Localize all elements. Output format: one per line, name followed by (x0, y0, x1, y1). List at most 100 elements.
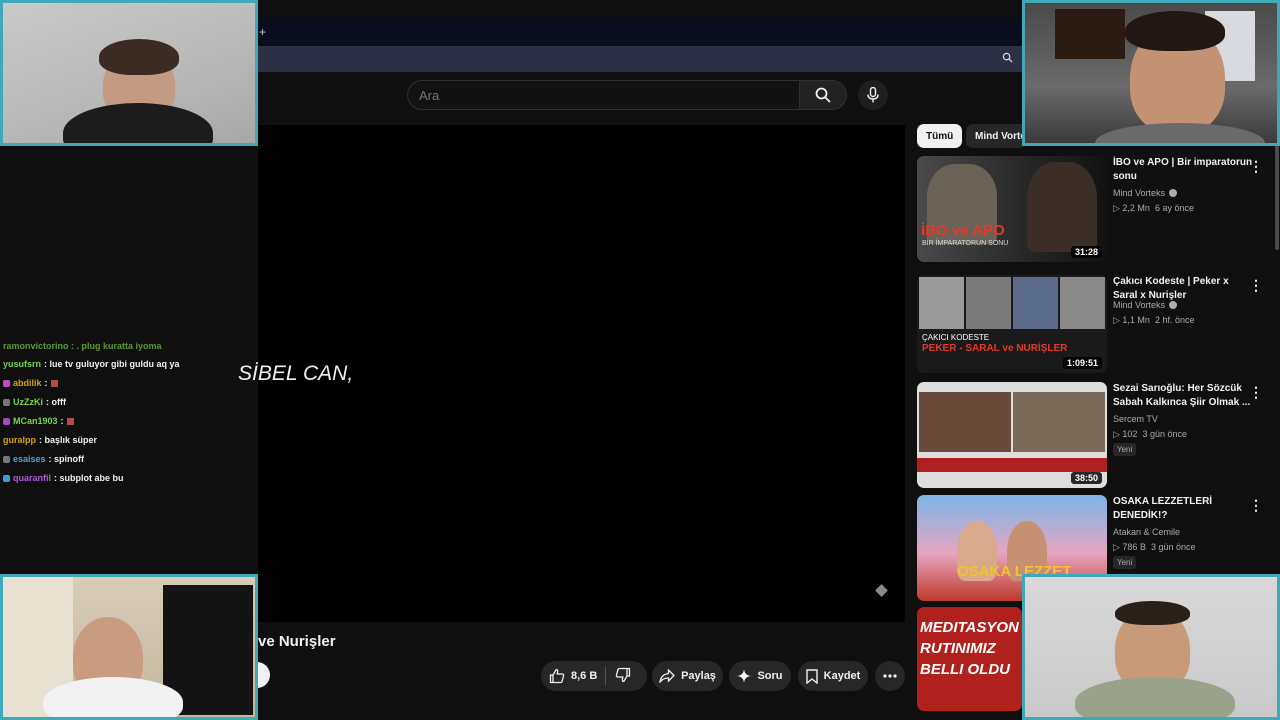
chat-badge-icon (3, 474, 10, 482)
video-duration: 38:50 (1070, 472, 1102, 484)
video-subtitle: SİBEL CAN, (238, 362, 354, 385)
video-player[interactable] (258, 125, 905, 622)
address-bar[interactable] (258, 46, 1022, 72)
chat-username[interactable]: esaises (13, 454, 46, 464)
rec-channel[interactable]: Mind Vorteks (1113, 300, 1178, 310)
chip-all[interactable]: Tümü (917, 124, 963, 148)
rec-item[interactable]: 38:50 Sezai Sarıoğlu: Her Sözcük Sabah K… (917, 382, 1277, 490)
chip-mind-vorteks[interactable]: Mind Vortek (966, 124, 1026, 148)
more-horizontal-icon (883, 674, 897, 678)
rec-meta: ▷ 1,1 Mn 2 hf. önce (1113, 315, 1195, 325)
chat-emote-icon (50, 379, 58, 387)
chat-text: : lue tv guluyor gibi guldu aq ya (44, 359, 180, 369)
save-label: Kaydet (823, 670, 861, 682)
dislike-button[interactable] (615, 667, 631, 688)
voice-search-button[interactable] (858, 80, 888, 110)
rec-thumbnail[interactable]: MEDITASYON RUTINIMIZ BELLI OLDU (917, 607, 1022, 711)
share-icon (659, 669, 675, 683)
more-actions-button[interactable] (875, 661, 905, 691)
chat-username[interactable]: UzZzKi (13, 397, 43, 407)
thumb-title: İBO ve APO (921, 222, 1005, 239)
search-input[interactable] (408, 81, 790, 110)
chat-badge-icon (3, 455, 10, 463)
rec-title[interactable]: Sezai Sarıoğlu: Her Sözcük Sabah Kalkınc… (1113, 382, 1253, 410)
browser-tab-bar (258, 18, 1022, 46)
rec-channel[interactable]: Atakan & Cemile (1113, 527, 1180, 537)
chat-message: abdilik: (3, 378, 58, 388)
verified-icon (1169, 189, 1178, 197)
video-duration: 1:09:51 (1062, 357, 1102, 369)
bookmark-icon (805, 668, 818, 684)
rec-thumbnail[interactable]: İBO ve APO BİR İMPARATORUN SONU 31:28 (917, 156, 1107, 262)
sparkle-icon (737, 669, 752, 683)
rec-title[interactable]: İBO ve APO | Bir imparatorun sonu (1113, 156, 1253, 184)
thumbs-up-icon (549, 668, 565, 684)
chat-text: : spinoff (48, 454, 85, 464)
new-tab-button[interactable]: + (259, 25, 266, 39)
share-button[interactable]: Paylaş (652, 661, 723, 691)
chat-badge-icon (3, 379, 10, 387)
thumb-title: MEDITASYON RUTINIMIZ BELLI OLDU (920, 619, 1019, 678)
rec-title[interactable]: OSAKA LEZZETLERİ DENEDİK!? (1113, 495, 1253, 523)
ask-label: Soru (757, 670, 783, 682)
microphone-icon (867, 87, 879, 103)
search-icon[interactable] (1002, 52, 1013, 66)
chat-username[interactable]: yusufsrn (3, 359, 41, 369)
chat-message: guralpp: başlık süper (3, 435, 97, 445)
rec-thumbnail[interactable]: 38:50 (917, 382, 1107, 488)
chat-text: : başlık süper (39, 435, 98, 445)
chat-message: MCan1903: (3, 416, 74, 426)
rec-item[interactable]: ÇAKICI KODESTE PEKER - SARAL ve NURİŞLER… (917, 275, 1277, 381)
webcam-top-right (1022, 0, 1280, 146)
chat-message: esaises: spinoff (3, 454, 84, 464)
chat-emote-icon (66, 417, 74, 425)
webcam-bottom-right (1022, 574, 1280, 720)
new-badge: Yeni (1113, 556, 1137, 569)
rec-channel[interactable]: Mind Vorteks (1113, 188, 1178, 198)
thumb-subtitle: BİR İMPARATORUN SONU (922, 240, 1009, 247)
rec-title[interactable]: Çakıcı Kodeste | Peker x Saral x Nurişle… (1113, 275, 1253, 303)
chat-text: : offf (46, 397, 66, 407)
ask-button[interactable]: Soru (729, 661, 791, 691)
chat-badge-icon (3, 398, 10, 406)
like-button[interactable]: 8,6 B (541, 661, 647, 691)
chat-username[interactable]: abdilik (13, 378, 42, 388)
search-button[interactable] (799, 80, 847, 110)
save-button[interactable]: Kaydet (798, 661, 868, 691)
thumb-title: PEKER - SARAL ve NURİŞLER (922, 343, 1068, 354)
chat-text: : (44, 378, 48, 388)
sidebar-scrollbar[interactable] (1275, 130, 1279, 250)
video-title: ve Nurişler (258, 633, 336, 650)
rec-meta: ▷ 786 B 3 gün önce (1113, 542, 1196, 552)
chat-text: : (60, 416, 64, 426)
chat-message: quaranfil: subplot abe bu (3, 473, 124, 483)
share-label: Paylaş (681, 670, 716, 682)
chat-message: yusufsrn: lue tv guluyor gibi guldu aq y… (3, 359, 180, 369)
search-icon (815, 87, 831, 103)
verified-icon (1169, 301, 1178, 309)
rec-menu-button[interactable]: ⋮ (1249, 277, 1263, 294)
yt-search-box[interactable] (407, 80, 800, 110)
webcam-top-left (0, 0, 258, 146)
chat-username[interactable]: guralpp (3, 435, 36, 445)
like-count: 8,6 B (571, 670, 598, 682)
webcam-bottom-left (0, 574, 258, 720)
rec-meta: ▷ 102 3 gün önce (1113, 429, 1188, 439)
rec-channel[interactable]: Sercem TV (1113, 414, 1158, 424)
rec-menu-button[interactable]: ⋮ (1249, 497, 1263, 514)
rec-item[interactable]: İBO ve APO BİR İMPARATORUN SONU 31:28 İB… (917, 156, 1277, 266)
chat-badge-icon (3, 417, 10, 425)
new-badge: Yeni (1113, 443, 1137, 456)
rec-thumbnail[interactable]: ÇAKICI KODESTE PEKER - SARAL ve NURİŞLER… (917, 275, 1107, 373)
chat-username[interactable]: quaranfil (13, 473, 51, 483)
rec-menu-button[interactable]: ⋮ (1249, 384, 1263, 401)
like-divider (605, 667, 606, 685)
rec-menu-button[interactable]: ⋮ (1249, 158, 1263, 175)
chat-username[interactable]: MCan1903 (13, 416, 58, 426)
stream-chat: ramonvictorino : . plug kuratta iyoma yu… (0, 340, 255, 490)
rec-meta: ▷ 2,2 Mn 6 ay önce (1113, 203, 1194, 213)
thumbs-down-icon (615, 667, 631, 683)
chat-message: ramonvictorino : . plug kuratta iyoma (3, 341, 162, 351)
chat-message: UzZzKi: offf (3, 397, 66, 407)
thumb-top-text: ÇAKICI KODESTE (922, 333, 990, 342)
